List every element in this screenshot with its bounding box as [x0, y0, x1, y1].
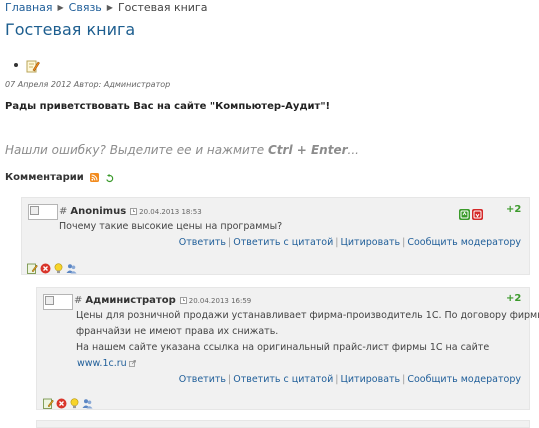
- typo-suffix: ...: [347, 143, 359, 157]
- edit-comment-icon[interactable]: [27, 259, 38, 274]
- quote-link[interactable]: Цитировать: [341, 374, 401, 385]
- comment: # Администратор 20.04.2013 16:59 +2 Цены…: [36, 287, 539, 410]
- breadcrumb-home[interactable]: Главная: [5, 1, 53, 14]
- edit-comment-icon[interactable]: [43, 394, 54, 409]
- delete-icon[interactable]: [40, 259, 51, 274]
- divider: |: [228, 237, 232, 248]
- divider: |: [335, 237, 339, 248]
- article-meta: 07 Апреля 2012 Автор: Администратор: [5, 80, 171, 89]
- avatar: [43, 294, 73, 310]
- clock-icon: [130, 208, 138, 215]
- comment-line: На нашем сайте указана ссылка на оригина…: [76, 342, 490, 353]
- comment-date: 20.04.2013 18:53: [130, 207, 202, 216]
- comment-date-text: 20.04.2013 16:59: [188, 296, 252, 305]
- quote-link[interactable]: Цитировать: [341, 237, 401, 248]
- comments-title: Комментарии: [5, 172, 84, 183]
- external-link-icon: [128, 357, 136, 367]
- vote-buttons: [457, 205, 483, 220]
- avatar: [28, 204, 58, 220]
- breadcrumb-separator-icon: ▶: [57, 3, 64, 12]
- report-link[interactable]: Сообщить модератору: [407, 237, 521, 248]
- comment-anchor[interactable]: #: [59, 206, 67, 217]
- comment-line: Цены для розничной продажи устанавливает…: [76, 310, 539, 321]
- users-icon[interactable]: [66, 259, 77, 274]
- comment-anchor[interactable]: #: [74, 295, 82, 306]
- vote-up-icon[interactable]: [459, 205, 470, 220]
- typo-prefix: Нашли ошибку? Выделите ее и нажмите: [5, 143, 268, 157]
- reply-link[interactable]: Ответить: [179, 374, 226, 385]
- comment-date-text: 20.04.2013 18:53: [139, 207, 202, 216]
- divider: |: [228, 374, 232, 385]
- typo-keys: Ctrl + Enter: [267, 143, 348, 157]
- comment-link-line: www.1c.ru: [76, 356, 539, 372]
- comment: # Anonimus 20.04.2013 18:53 +2 Почему та…: [21, 197, 530, 275]
- breadcrumb-section[interactable]: Связь: [69, 1, 102, 14]
- comment-date: 20.04.2013 16:59: [179, 296, 252, 305]
- comment-header: # Anonimus 20.04.2013 18:53: [59, 206, 202, 217]
- moderation-icons: [27, 259, 79, 274]
- comment-header: # Администратор 20.04.2013 16:59: [74, 295, 251, 306]
- divider: |: [402, 374, 406, 385]
- edit-icon[interactable]: [26, 58, 40, 73]
- welcome-text: Рады приветствовать Вас на сайте "Компью…: [5, 101, 331, 112]
- comments-header: Комментарии: [5, 172, 114, 183]
- external-link[interactable]: www.1c.ru: [77, 358, 127, 369]
- page-title: Гостевая книга: [5, 20, 136, 39]
- breadcrumb-separator-icon: ▶: [106, 3, 113, 12]
- comment-line: франчайзи не имеют права их снижать.: [76, 326, 279, 337]
- comment-text: Почему такие высокие цены на программы?: [59, 219, 282, 235]
- comment-actions: Ответить | Ответить с цитатой | Цитировать | С…: [179, 237, 521, 248]
- breadcrumb-current: Гостевая книга: [117, 1, 208, 14]
- reply-quote-link[interactable]: Ответить с цитатой: [233, 374, 333, 385]
- comment-actions: Ответить | Ответить с цитатой | Цитировать | С…: [179, 374, 521, 385]
- reply-link[interactable]: Ответить: [179, 237, 226, 248]
- idea-icon[interactable]: [53, 259, 64, 274]
- vote-score: +2: [506, 293, 522, 304]
- idea-icon[interactable]: [69, 394, 80, 409]
- typo-notice: Нашли ошибку? Выделите ее и нажмите Ctrl…: [5, 143, 359, 157]
- vote-score: +2: [506, 204, 522, 215]
- comment-text: Цены для розничной продажи устанавливает…: [76, 308, 539, 372]
- divider: |: [335, 374, 339, 385]
- rss-icon[interactable]: [89, 173, 99, 182]
- bullet: [14, 63, 18, 67]
- report-link[interactable]: Сообщить модератору: [407, 374, 521, 385]
- refresh-icon[interactable]: [105, 173, 114, 183]
- divider: |: [402, 237, 406, 248]
- vote-down-icon[interactable]: [472, 205, 483, 220]
- comment-line: Почему такие высокие цены на программы?: [59, 221, 283, 232]
- comment-author: Anonimus: [70, 206, 127, 217]
- moderation-icons: [43, 394, 95, 409]
- comment-partial: [36, 420, 530, 428]
- comment-author: Администратор: [85, 295, 176, 306]
- breadcrumb: Главная ▶ Связь ▶ Гостевая книга: [5, 1, 207, 14]
- users-icon[interactable]: [82, 394, 93, 409]
- delete-icon[interactable]: [56, 394, 67, 409]
- article-tools: [14, 58, 40, 73]
- clock-icon: [179, 297, 187, 304]
- reply-quote-link[interactable]: Ответить с цитатой: [233, 237, 333, 248]
